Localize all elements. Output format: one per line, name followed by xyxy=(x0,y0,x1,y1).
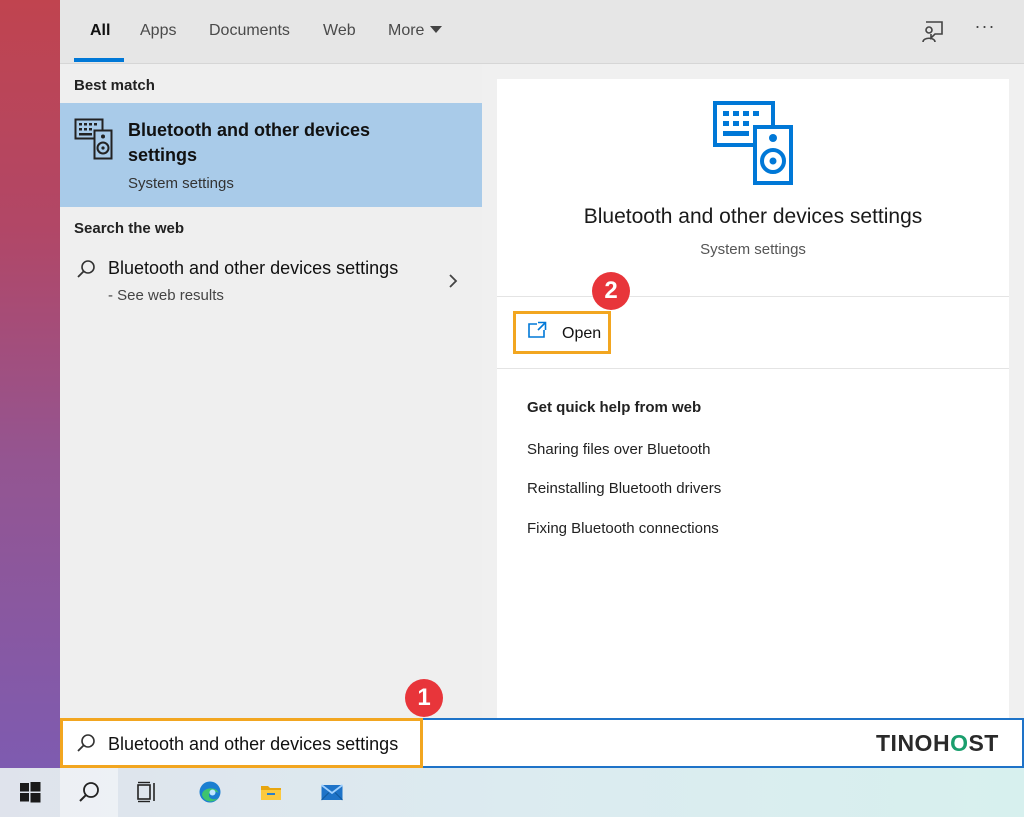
search-icon xyxy=(77,260,95,278)
best-match-heading: Best match xyxy=(74,77,155,94)
quick-help-heading: Get quick help from web xyxy=(527,399,702,416)
search-icon xyxy=(77,734,95,752)
results-list: Best match Bluetooth and other devices s… xyxy=(60,64,482,718)
edge-button[interactable] xyxy=(181,768,239,817)
taskbar-search-button[interactable] xyxy=(60,768,118,817)
open-label: Open xyxy=(562,325,602,342)
web-result-item[interactable]: Bluetooth and other devices settings - S… xyxy=(60,250,482,314)
tab-web[interactable]: Web xyxy=(323,22,356,40)
tab-more[interactable]: More xyxy=(388,22,443,40)
devices-icon xyxy=(713,101,793,185)
feedback-icon xyxy=(922,21,943,43)
desktop-wallpaper xyxy=(0,0,60,768)
detail-subtitle: System settings xyxy=(700,241,806,258)
open-button[interactable]: Open xyxy=(513,311,611,354)
brand-logo-part: H xyxy=(932,730,951,756)
edge-icon xyxy=(199,781,221,803)
more-options-button[interactable]: ··· xyxy=(968,16,1002,46)
mail-button[interactable] xyxy=(303,768,361,817)
open-external-icon xyxy=(528,321,547,338)
active-tab-indicator xyxy=(74,58,124,62)
start-button[interactable] xyxy=(1,768,59,817)
tab-all[interactable]: All xyxy=(90,22,110,40)
tab-more-label: More xyxy=(388,22,425,39)
taskbar xyxy=(0,768,1024,817)
caret-down-icon xyxy=(430,26,443,33)
filter-tab-bar: All Apps Documents Web More ··· xyxy=(60,0,1024,64)
step-2-callout: 2 xyxy=(592,272,630,310)
step-1-callout: 1 xyxy=(405,679,443,717)
tab-documents[interactable]: Documents xyxy=(209,22,290,40)
brand-logo: TINOHOST xyxy=(876,730,999,757)
task-view-icon xyxy=(137,781,155,803)
web-result-title: Bluetooth and other devices settings xyxy=(108,258,399,278)
brand-logo-part: TINO xyxy=(876,730,933,756)
devices-icon xyxy=(74,118,113,160)
tab-apps[interactable]: Apps xyxy=(140,22,176,40)
help-link-fixing-connections[interactable]: Fixing Bluetooth connections xyxy=(527,520,719,537)
help-link-reinstalling-drivers[interactable]: Reinstalling Bluetooth drivers xyxy=(527,480,721,497)
divider xyxy=(497,368,1009,369)
feedback-button[interactable] xyxy=(920,19,946,45)
best-match-subtitle: System settings xyxy=(128,175,234,192)
divider xyxy=(497,296,1009,297)
mail-icon xyxy=(320,784,344,801)
task-view-button[interactable] xyxy=(118,768,176,817)
result-detail-panel: Bluetooth and other devices settings Sys… xyxy=(497,79,1009,718)
windows-start-icon xyxy=(20,782,41,803)
chevron-right-icon[interactable] xyxy=(446,272,460,290)
web-result-subtitle: - See web results xyxy=(108,287,224,304)
search-flyout: All Apps Documents Web More ··· Best mat… xyxy=(60,0,1024,718)
best-match-result[interactable]: Bluetooth and other devices settings Sys… xyxy=(60,103,482,207)
search-input[interactable] xyxy=(108,731,408,757)
brand-logo-part: O xyxy=(950,730,969,756)
detail-title: Bluetooth and other devices settings xyxy=(583,205,923,228)
search-icon xyxy=(79,782,99,802)
file-explorer-icon xyxy=(261,786,281,800)
best-match-title: Bluetooth and other devices settings xyxy=(128,120,371,165)
file-explorer-button[interactable] xyxy=(242,768,300,817)
help-link-sharing-files[interactable]: Sharing files over Bluetooth xyxy=(527,441,710,458)
search-web-heading: Search the web xyxy=(74,220,185,237)
brand-logo-part: ST xyxy=(968,730,999,756)
